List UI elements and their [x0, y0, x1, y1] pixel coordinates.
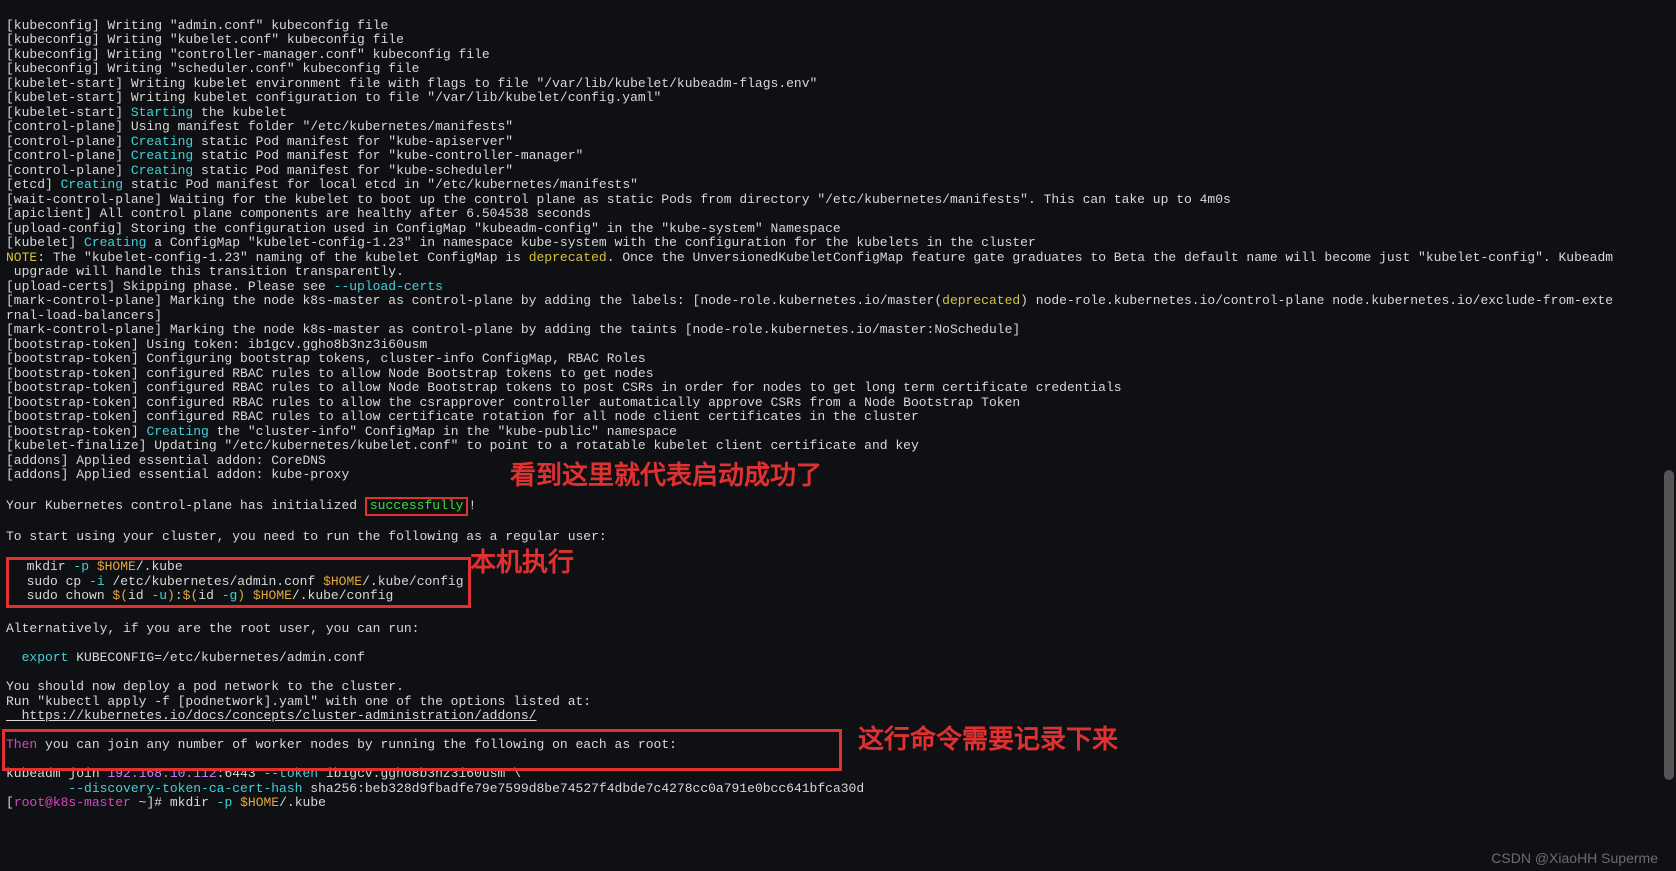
log-line: [kubelet-start] Writing kubelet configur… [6, 90, 661, 105]
log-line: [kubelet-start] Starting the kubelet [6, 105, 287, 120]
log-line: [control-plane] Creating static Pod mani… [6, 134, 513, 149]
log-line: [wait-control-plane] Waiting for the kub… [6, 192, 1231, 207]
link-line[interactable]: https://kubernetes.io/docs/concepts/clus… [6, 708, 537, 723]
log-line: [kubelet-start] Writing kubelet environm… [6, 76, 817, 91]
log-line: [bootstrap-token] configured RBAC rules … [6, 395, 1020, 410]
instruction-line: Run "kubectl apply -f [podnetwork].yaml"… [6, 694, 591, 709]
log-line: [upload-config] Storing the configuratio… [6, 221, 841, 236]
log-line: [bootstrap-token] configured RBAC rules … [6, 366, 654, 381]
join-command: kubeadm join 192.168.10.112:6443 --token… [6, 766, 521, 781]
log-line: [kubeconfig] Writing "controller-manager… [6, 47, 490, 62]
command-line: export KUBECONFIG=/etc/kubernetes/admin.… [6, 650, 365, 665]
log-line: [kubeconfig] Writing "admin.conf" kubeco… [6, 18, 388, 33]
annotation-success: 看到这里就代表启动成功了 [510, 468, 822, 483]
log-line: [etcd] Creating static Pod manifest for … [6, 177, 638, 192]
log-line: [control-plane] Using manifest folder "/… [6, 119, 513, 134]
log-line: [bootstrap-token] Configuring bootstrap … [6, 351, 646, 366]
log-line: [mark-control-plane] Marking the node k8… [6, 322, 1020, 337]
log-line: [bootstrap-token] Using token: ib1gcv.gg… [6, 337, 427, 352]
instruction-line: Alternatively, if you are the root user,… [6, 621, 419, 636]
log-line: [kubelet] Creating a ConfigMap "kubelet-… [6, 235, 1036, 250]
join-command: --discovery-token-ca-cert-hash sha256:be… [6, 781, 864, 796]
log-line: NOTE: The "kubelet-config-1.23" naming o… [6, 250, 1613, 265]
log-line: [addons] Applied essential addon: CoreDN… [6, 453, 326, 468]
instruction-line: To start using your cluster, you need to… [6, 529, 607, 544]
log-line: [addons] Applied essential addon: kube-p… [6, 467, 349, 482]
instruction-line: Then you can join any number of worker n… [6, 737, 677, 752]
log-line: [mark-control-plane] Marking the node k8… [6, 293, 1613, 308]
log-line: [bootstrap-token] configured RBAC rules … [6, 409, 919, 424]
scrollbar-thumb[interactable] [1664, 470, 1674, 780]
log-line: [control-plane] Creating static Pod mani… [6, 163, 513, 178]
prompt-line[interactable]: [root@k8s-master ~]# mkdir -p $HOME/.kub… [6, 795, 326, 810]
log-line: upgrade will handle this transition tran… [6, 264, 404, 279]
log-line: [kubelet-finalize] Updating "/etc/kubern… [6, 438, 919, 453]
log-line: [apiclient] All control plane components… [6, 206, 591, 221]
annotation-record-command: 这行命令需要记录下来 [858, 732, 1118, 747]
log-line: rnal-load-balancers] [6, 308, 162, 323]
log-line: [bootstrap-token] configured RBAC rules … [6, 380, 1122, 395]
log-line: [kubeconfig] Writing "kubelet.conf" kube… [6, 32, 404, 47]
log-line: [upload-certs] Skipping phase. Please se… [6, 279, 443, 294]
log-line: [kubeconfig] Writing "scheduler.conf" ku… [6, 61, 419, 76]
log-line: [control-plane] Creating static Pod mani… [6, 148, 583, 163]
commands-box: mkdir -p $HOME/.kube sudo cp -i /etc/kub… [6, 557, 471, 608]
success-line: Your Kubernetes control-plane has initia… [6, 498, 476, 513]
terminal-output: [kubeconfig] Writing "admin.conf" kubeco… [6, 4, 1670, 811]
annotation-local-exec: 本机执行 [470, 555, 574, 570]
instruction-line: You should now deploy a pod network to t… [6, 679, 404, 694]
watermark: CSDN @XiaoHH Superme [1491, 851, 1658, 866]
scrollbar[interactable] [1662, 0, 1674, 871]
log-line: [bootstrap-token] Creating the "cluster-… [6, 424, 677, 439]
